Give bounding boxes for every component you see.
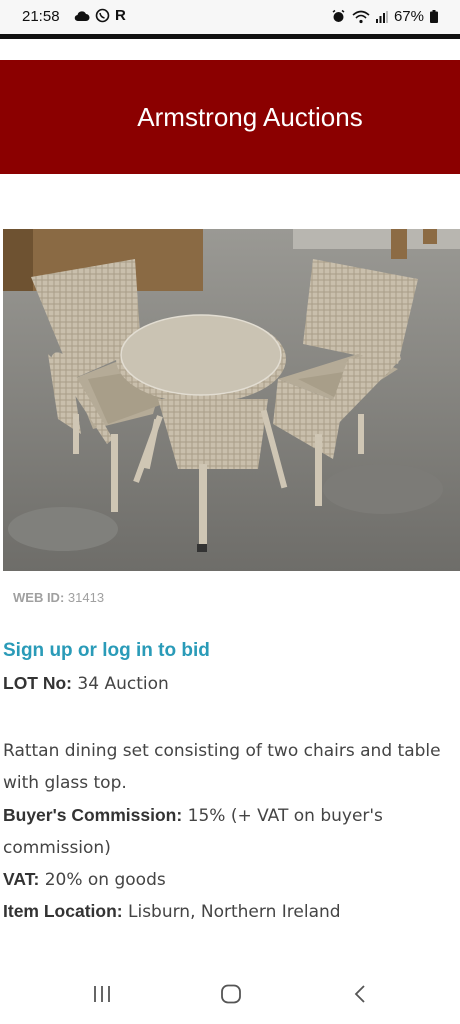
location-label: Item Location: (3, 901, 123, 921)
vat-label: VAT: (3, 869, 40, 889)
status-right: 67% (331, 8, 438, 25)
wifi-icon (352, 10, 370, 23)
location-value: Lisburn, Northern Ireland (128, 902, 341, 922)
status-time: 21:58 (22, 8, 60, 25)
lot-number-label: LOT No: (3, 673, 73, 693)
web-id-label: WEB ID: (13, 590, 65, 605)
recent-apps-icon[interactable] (92, 984, 112, 1004)
rattan-set-image (3, 229, 460, 571)
lot-number: LOT No: 34 Auction (3, 673, 169, 694)
sign-up-to-bid-link[interactable]: Sign up or log in to bid (3, 640, 210, 662)
lot-description: Rattan dining set consisting of two chai… (3, 741, 441, 793)
web-id-value: 31413 (67, 590, 105, 605)
back-icon[interactable] (352, 984, 368, 1004)
buyers-commission: Buyer's Commission: 15% (+ VAT on buyer'… (3, 799, 458, 864)
battery-percent: 67% (393, 8, 424, 25)
vat-value: 20% on goods (44, 870, 166, 890)
cloud-icon (74, 10, 90, 21)
r-icon: R (115, 7, 126, 24)
alarm-icon (332, 9, 345, 22)
web-id: WEB ID: 31413 (13, 590, 104, 605)
lot-photo[interactable] (3, 229, 460, 571)
battery-icon (430, 10, 438, 23)
site-title[interactable]: Armstrong Auctions (137, 102, 362, 133)
vat: VAT: 20% on goods (3, 863, 458, 896)
item-location: Item Location: Lisburn, Northern Ireland (3, 895, 458, 928)
lot-number-value: 34 Auction (77, 674, 169, 694)
commission-label: Buyer's Commission: (3, 805, 183, 825)
viber-icon (95, 8, 110, 23)
notification-icons: R (74, 7, 126, 24)
home-icon[interactable] (220, 984, 242, 1004)
top-divider (0, 34, 460, 39)
site-header: Armstrong Auctions (0, 60, 460, 174)
status-bar: 21:58 R 67% (0, 0, 460, 34)
signal-icon (375, 10, 388, 23)
system-nav-bar (0, 964, 460, 1024)
